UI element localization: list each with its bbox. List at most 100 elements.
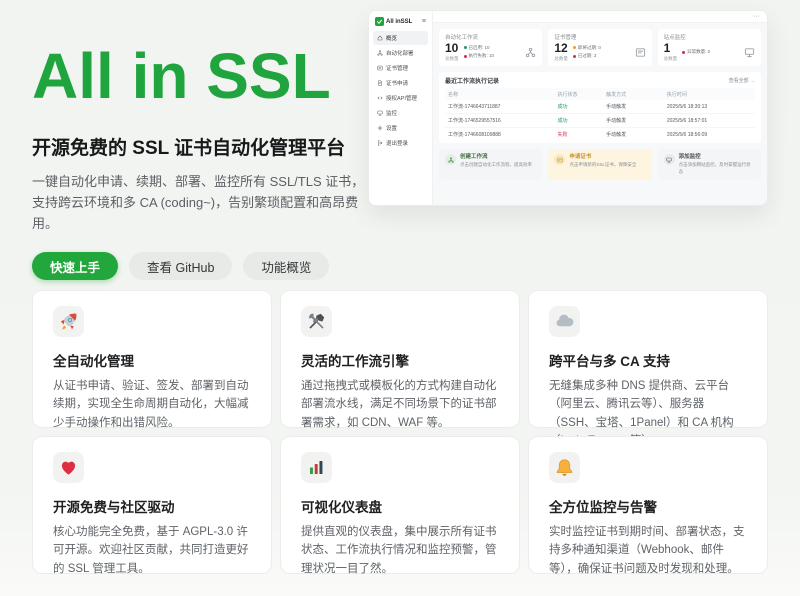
cell-time: 2025/5/6 18:30:13: [667, 104, 752, 110]
status-dot: [573, 55, 576, 58]
feature-title: 全自动化管理: [53, 350, 251, 370]
sidebar-item-cert-manage[interactable]: 证书管理: [373, 61, 428, 75]
table-row: 工作流-1746608109888 失败 手动触发 2025/5/6 18:56…: [445, 128, 755, 141]
sidebar-item-label: 证书管理: [386, 64, 408, 72]
col-header-name: 名称: [448, 91, 557, 98]
status-dot: [573, 46, 576, 49]
hero-section: All in SSL 开源免费的 SSL 证书自动化管理平台 一键自动化申请、续…: [32, 44, 368, 280]
feature-card-multi-ca: 跨平台与多 CA 支持 无缝集成多种 DNS 提供商、云平台（阿里云、腾讯云等）…: [528, 290, 768, 428]
monitor-icon: [744, 47, 755, 58]
feature-desc: 核心功能完全免费，基于 AGPL-3.0 许可开源。欢迎社区贡献，共同打造更好的…: [53, 523, 251, 578]
table-title: 最近工作流执行记录: [445, 76, 499, 85]
api-key-icon: [377, 95, 383, 101]
sidebar-item-label: 证书申请: [386, 79, 408, 87]
col-header-time: 执行时间: [667, 91, 752, 98]
cell-time: 2025/5/6 18:56:09: [667, 132, 752, 138]
col-header-status: 执行状态: [557, 91, 606, 98]
action-icon-circle: [554, 154, 565, 165]
monitor-icon: [377, 110, 383, 116]
rocket-icon: [53, 306, 84, 337]
dashboard-main: ··· 自动化工作流 10 总数量 已启用: 10 执行失败: 10: [433, 11, 767, 205]
create-workflow-card[interactable]: 创建工作流 点击创建自动化工作流程，提高效率: [439, 149, 542, 180]
sidebar-item-label: 自动化部署: [386, 49, 414, 57]
stat-sub: 已启用: 10: [469, 45, 490, 51]
action-desc: 点击添加网站监控，及时掌握运行状态: [679, 162, 755, 175]
col-header-trigger: 触发方式: [606, 91, 667, 98]
stat-card-monitors: 站点监控 1 总数量 异常数量: 0: [658, 29, 761, 66]
sidebar-item-label: 监控: [386, 109, 397, 117]
certificate-icon: [635, 47, 646, 58]
stat-card-certificates: 证书管理 12 总数量 即将过期: 0 已过期: 3: [548, 29, 651, 66]
cell-trigger: 手动触发: [606, 131, 667, 138]
more-icon[interactable]: ···: [753, 13, 760, 20]
feature-title: 跨平台与多 CA 支持: [549, 350, 747, 370]
sidebar-item-label: 设置: [386, 124, 397, 132]
bell-icon: [549, 452, 580, 483]
dashboard-screenshot: All inSSL ≡ 概览 自动化部署 证书管理 证书申请 授权API管理 监…: [368, 10, 768, 206]
action-title: 申请证书: [569, 154, 636, 161]
hero-buttons: 快速上手 查看 GitHub 功能概览: [32, 252, 368, 280]
stat-value: 1: [664, 42, 678, 55]
table-row: 工作流-1746643711887 成功 手动触发 2025/5/6 18:30…: [445, 100, 755, 114]
sidebar-item-auto-deploy[interactable]: 自动化部署: [373, 46, 428, 60]
action-desc: 点击申请新的SSL证书，保障安全: [569, 162, 636, 169]
dashboard-topbar: ···: [433, 11, 767, 23]
get-started-button[interactable]: 快速上手: [32, 252, 118, 280]
stat-value-label: 总数量: [664, 56, 678, 62]
dashboard-content: 自动化工作流 10 总数量 已启用: 10 执行失败: 10: [433, 23, 767, 205]
table-row: 工作流-1746529557516 成功 手动触发 2025/5/6 18:57…: [445, 114, 755, 128]
stat-sub: 已过期: 3: [578, 53, 597, 59]
cell-time: 2025/5/6 18:57:01: [667, 118, 752, 124]
view-all-link[interactable]: 查看全部 →: [729, 77, 755, 84]
action-title: 添加监控: [679, 154, 755, 161]
stat-sub: 异常数量: 0: [687, 49, 710, 55]
stat-sub: 即将过期: 0: [578, 45, 601, 51]
menu-toggle-icon[interactable]: ≡: [422, 18, 426, 25]
app-logo: All inSSL ≡: [373, 16, 428, 31]
sidebar: All inSSL ≡ 概览 自动化部署 证书管理 证书申请 授权API管理 监…: [369, 11, 433, 205]
action-title: 创建工作流: [460, 154, 532, 161]
cell-name: 工作流-1746643711887: [448, 103, 557, 110]
sidebar-item-overview[interactable]: 概览: [373, 31, 428, 45]
sidebar-item-logout[interactable]: 退出登录: [373, 136, 428, 150]
stat-title: 证书管理: [554, 33, 645, 41]
add-monitor-card[interactable]: 添加监控 点击添加网站监控，及时掌握运行状态: [658, 149, 761, 180]
sidebar-item-monitor[interactable]: 监控: [373, 106, 428, 120]
workflow-icon: [525, 47, 536, 58]
certificate-icon: [557, 157, 563, 163]
logout-icon: [377, 140, 383, 146]
feature-title: 全方位监控与告警: [549, 496, 747, 516]
feature-card-monitoring: 全方位监控与告警 实时监控证书到期时间、部署状态，支持多种通知渠道（Webhoo…: [528, 436, 768, 574]
workflow-icon: [377, 50, 383, 56]
logo-text: All inSSL: [386, 19, 412, 25]
sidebar-item-cert-apply[interactable]: 证书申请: [373, 76, 428, 90]
feature-title: 灵活的工作流引擎: [301, 350, 499, 370]
cell-name: 工作流-1746529557516: [448, 117, 557, 124]
feature-desc: 从证书申请、验证、签发、部署到自动续期，实现全生命周期自动化，大幅减少手动操作和…: [53, 377, 251, 432]
sidebar-item-api-manage[interactable]: 授权API管理: [373, 91, 428, 105]
recent-executions-table: 最近工作流执行记录 查看全部 → 名称 执行状态 触发方式 执行时间 工作流-1…: [439, 72, 761, 143]
features-overview-button[interactable]: 功能概览: [243, 252, 329, 280]
feature-card-open-source: 开源免费与社区驱动 核心功能完全免费，基于 AGPL-3.0 许可开源。欢迎社区…: [32, 436, 272, 574]
cell-status: 成功: [557, 117, 606, 124]
feature-desc: 提供直观的仪表盘，集中展示所有证书状态、工作流执行情况和监控预警，管理状况一目了…: [301, 523, 499, 578]
file-icon: [377, 80, 383, 86]
stat-value-label: 总数量: [445, 56, 459, 62]
apply-certificate-card[interactable]: 申请证书 点击申请新的SSL证书，保障安全: [548, 149, 651, 180]
sidebar-item-label: 退出登录: [386, 139, 408, 147]
table-header-row: 名称 执行状态 触发方式 执行时间: [445, 88, 755, 100]
stat-title: 站点监控: [664, 33, 755, 41]
workflow-icon: [448, 157, 454, 163]
quick-actions: 创建工作流 点击创建自动化工作流程，提高效率 申请证书 点击申请新的SSL证书，…: [439, 149, 761, 180]
feature-grid: 全自动化管理 从证书申请、验证、签发、部署到自动续期，实现全生命周期自动化，大幅…: [32, 290, 768, 574]
github-button[interactable]: 查看 GitHub: [129, 252, 232, 280]
feature-desc: 通过拖拽式或模板化的方式构建自动化部署流水线，满足不同场景下的证书部署需求，如 …: [301, 377, 499, 432]
status-dot: [464, 46, 467, 49]
logo-icon: [375, 17, 384, 26]
hero-subtitle: 开源免费的 SSL 证书自动化管理平台: [32, 133, 368, 160]
bar-chart-icon: [301, 452, 332, 483]
stat-card-workflows: 自动化工作流 10 总数量 已启用: 10 执行失败: 10: [439, 29, 542, 66]
action-icon-circle: [664, 154, 675, 165]
sidebar-item-label: 授权API管理: [386, 94, 417, 102]
sidebar-item-settings[interactable]: 设置: [373, 121, 428, 135]
